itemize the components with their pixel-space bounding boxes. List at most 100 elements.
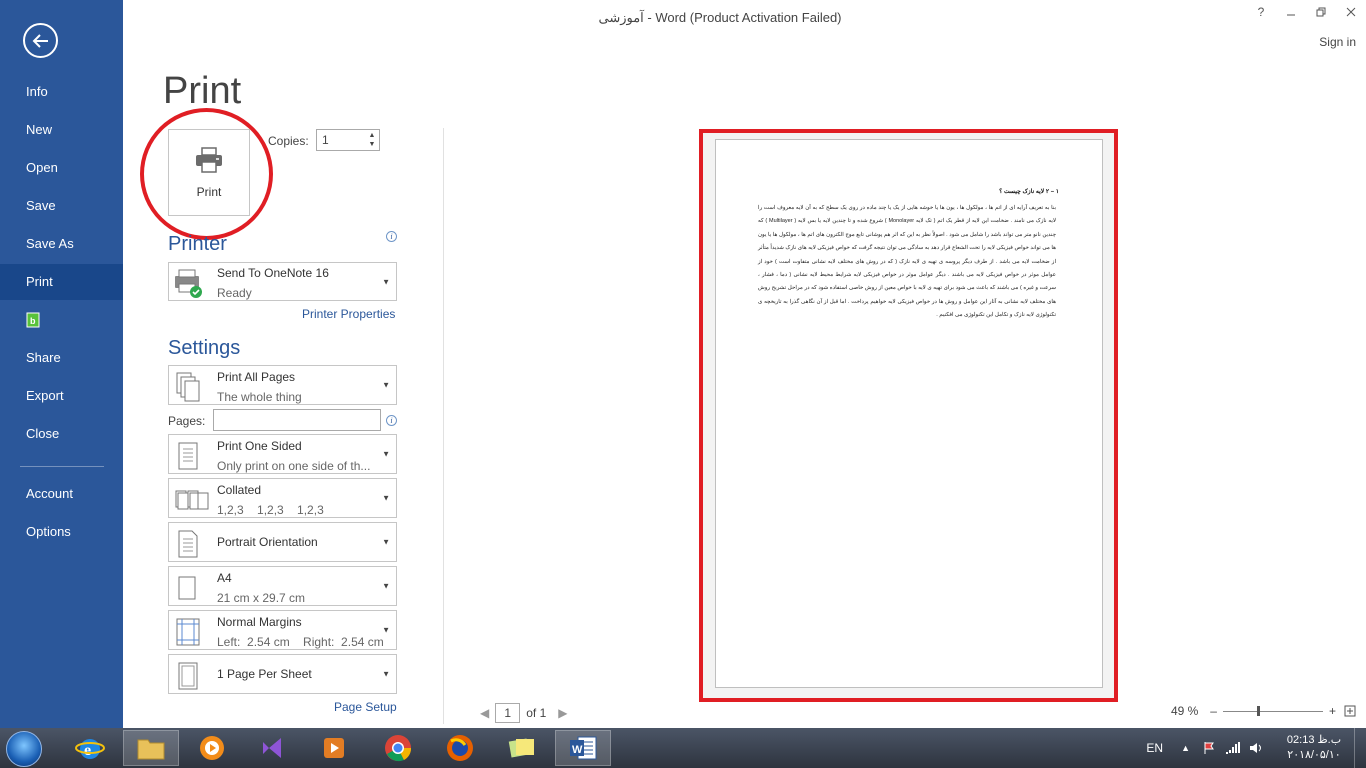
clock[interactable]: 02:13 ب.ظ ۲۰۱۸/۰۵/۱۰ [1274, 733, 1354, 763]
taskbar-explorer[interactable] [123, 730, 179, 766]
portrait-icon [178, 530, 198, 558]
system-tray: EN ▲ 02:13 ب.ظ ۲۰۱۸/۰۵/۱۰ [1146, 728, 1366, 768]
visual-studio-icon [263, 738, 281, 758]
paper-size-main: A4 [217, 571, 232, 585]
preview-page[interactable]: ۱ – ۲ لایه نازک چیست ؟ بنا به تعریف آرای… [715, 139, 1103, 688]
taskbar-sticky-notes[interactable] [494, 730, 550, 766]
copies-label: Copies: [268, 134, 309, 148]
zoom-to-page-icon[interactable] [1344, 705, 1356, 717]
paper-icon [178, 576, 196, 600]
nav-info[interactable]: Info [0, 74, 123, 110]
minimize-button[interactable] [1276, 0, 1306, 24]
printer-properties-link[interactable]: Printer Properties [302, 307, 395, 321]
taskbar-chrome[interactable] [370, 730, 426, 766]
print-button[interactable]: Print [168, 129, 250, 216]
nav-close[interactable]: Close [0, 416, 123, 452]
chevron-down-icon: ▼ [382, 581, 390, 591]
print-preview: ۱ – ۲ لایه نازک چیست ؟ بنا به تعریف آرای… [699, 129, 1118, 702]
taskbar-media-player[interactable] [184, 730, 240, 766]
info-icon[interactable]: i [386, 415, 397, 426]
taskbar-ie[interactable]: e [62, 730, 118, 766]
pages-input[interactable] [213, 409, 381, 431]
collated-icon [175, 490, 209, 510]
pages-per-sheet-main: 1 Page Per Sheet [217, 667, 312, 681]
printer-ready-icon [175, 269, 202, 298]
printer-icon [196, 146, 222, 173]
show-desktop-button[interactable] [1354, 728, 1366, 768]
tray-expand-icon[interactable]: ▲ [1181, 743, 1190, 753]
zoom-slider[interactable] [1222, 705, 1323, 716]
zoom-slider-thumb[interactable] [1256, 705, 1260, 716]
close-button[interactable] [1336, 0, 1366, 24]
spinner-arrows-icon[interactable]: ▲ ▼ [367, 131, 377, 149]
copies-spinner[interactable]: 1 ▲ ▼ [316, 129, 380, 151]
svg-text:b: b [30, 316, 36, 326]
nav-print[interactable]: Print [0, 264, 123, 300]
margins-dropdown[interactable]: Normal Margins Left: 2.54 cm Right: 2.54… [168, 610, 397, 650]
nav-save-as[interactable]: Save As [0, 226, 123, 262]
language-indicator[interactable]: EN [1146, 741, 1163, 755]
sides-dropdown[interactable]: Print One Sided Only print on one side o… [168, 434, 397, 474]
preview-heading: ۱ – ۲ لایه نازک چیست ؟ [999, 189, 1059, 195]
ie-icon: e [75, 739, 105, 759]
paper-size-sub: 21 cm x 29.7 cm [217, 591, 306, 605]
panel-divider [443, 128, 444, 724]
page-setup-link[interactable]: Page Setup [334, 700, 397, 714]
print-range-main: Print All Pages [217, 370, 296, 384]
nav-options[interactable]: Options [0, 514, 123, 550]
paper-size-dropdown[interactable]: A4 21 cm x 29.7 cm ▼ [168, 566, 397, 606]
info-icon[interactable]: i [386, 231, 397, 242]
pdf-icon: b [26, 312, 40, 328]
svg-text:e: e [84, 742, 91, 759]
volume-icon[interactable] [1248, 741, 1264, 755]
zoom-level[interactable]: 49 % [1171, 704, 1198, 718]
nav-pdf[interactable]: b [0, 302, 123, 338]
page-title: Print [163, 70, 242, 112]
network-icon[interactable] [1224, 741, 1240, 755]
taskbar-video-app[interactable] [306, 730, 362, 766]
arrow-left-icon [32, 33, 48, 48]
nav-account[interactable]: Account [0, 476, 123, 512]
print-range-sub: The whole thing [217, 390, 302, 404]
nav-save[interactable]: Save [0, 188, 123, 224]
margins-icon [176, 618, 200, 646]
print-range-dropdown[interactable]: Print All Pages The whole thing ▼ [168, 365, 397, 405]
margins-sub: Left: 2.54 cm Right: 2.54 cm [217, 635, 384, 649]
margins-main: Normal Margins [217, 615, 302, 629]
printer-dropdown[interactable]: Send To OneNote 16 Ready ▼ [168, 262, 397, 301]
prev-page-icon[interactable]: ◀ [480, 706, 489, 720]
nav-open[interactable]: Open [0, 150, 123, 186]
zoom-control: 49 % – + [1171, 704, 1356, 718]
nav-share[interactable]: Share [0, 340, 123, 376]
taskbar-firefox[interactable] [432, 730, 488, 766]
start-button[interactable] [6, 731, 42, 767]
chevron-down-icon: ▼ [382, 537, 390, 547]
sticky-notes-icon [508, 738, 534, 758]
next-page-icon[interactable]: ▶ [558, 706, 567, 720]
taskbar-visual-studio[interactable] [245, 730, 301, 766]
restore-button[interactable] [1306, 0, 1336, 24]
chevron-down-icon: ▼ [382, 669, 390, 679]
folder-icon [137, 739, 165, 760]
back-button[interactable] [23, 23, 58, 58]
current-page-input[interactable]: 1 [495, 703, 521, 723]
help-button[interactable]: ? [1246, 0, 1276, 24]
sign-in-link[interactable]: Sign in [1319, 35, 1356, 49]
collation-sub: 1,2,3 1,2,3 1,2,3 [217, 503, 324, 517]
collation-dropdown[interactable]: Collated 1,2,3 1,2,3 1,2,3 ▼ [168, 478, 397, 518]
settings-section-title: Settings [168, 337, 241, 359]
orientation-dropdown[interactable]: Portrait Orientation ▼ [168, 522, 397, 562]
chevron-down-icon: ▼ [382, 380, 390, 390]
zoom-out-icon[interactable]: – [1210, 704, 1217, 718]
nav-divider [20, 466, 104, 467]
zoom-in-icon[interactable]: + [1329, 704, 1336, 718]
preview-body-text: بنا به تعریف آرایه ای از اتم ها ، مولکول… [758, 205, 1057, 319]
collation-main: Collated [217, 483, 262, 497]
taskbar-word[interactable]: W [555, 730, 611, 766]
backstage-sidebar: Info New Open Save Save As Print b Share… [0, 0, 123, 728]
pages-per-sheet-dropdown[interactable]: 1 Page Per Sheet ▼ [168, 654, 397, 694]
nav-export[interactable]: Export [0, 378, 123, 414]
sides-sub: Only print on one side of th... [217, 459, 371, 473]
nav-new[interactable]: New [0, 112, 123, 148]
flag-icon[interactable] [1202, 741, 1216, 755]
